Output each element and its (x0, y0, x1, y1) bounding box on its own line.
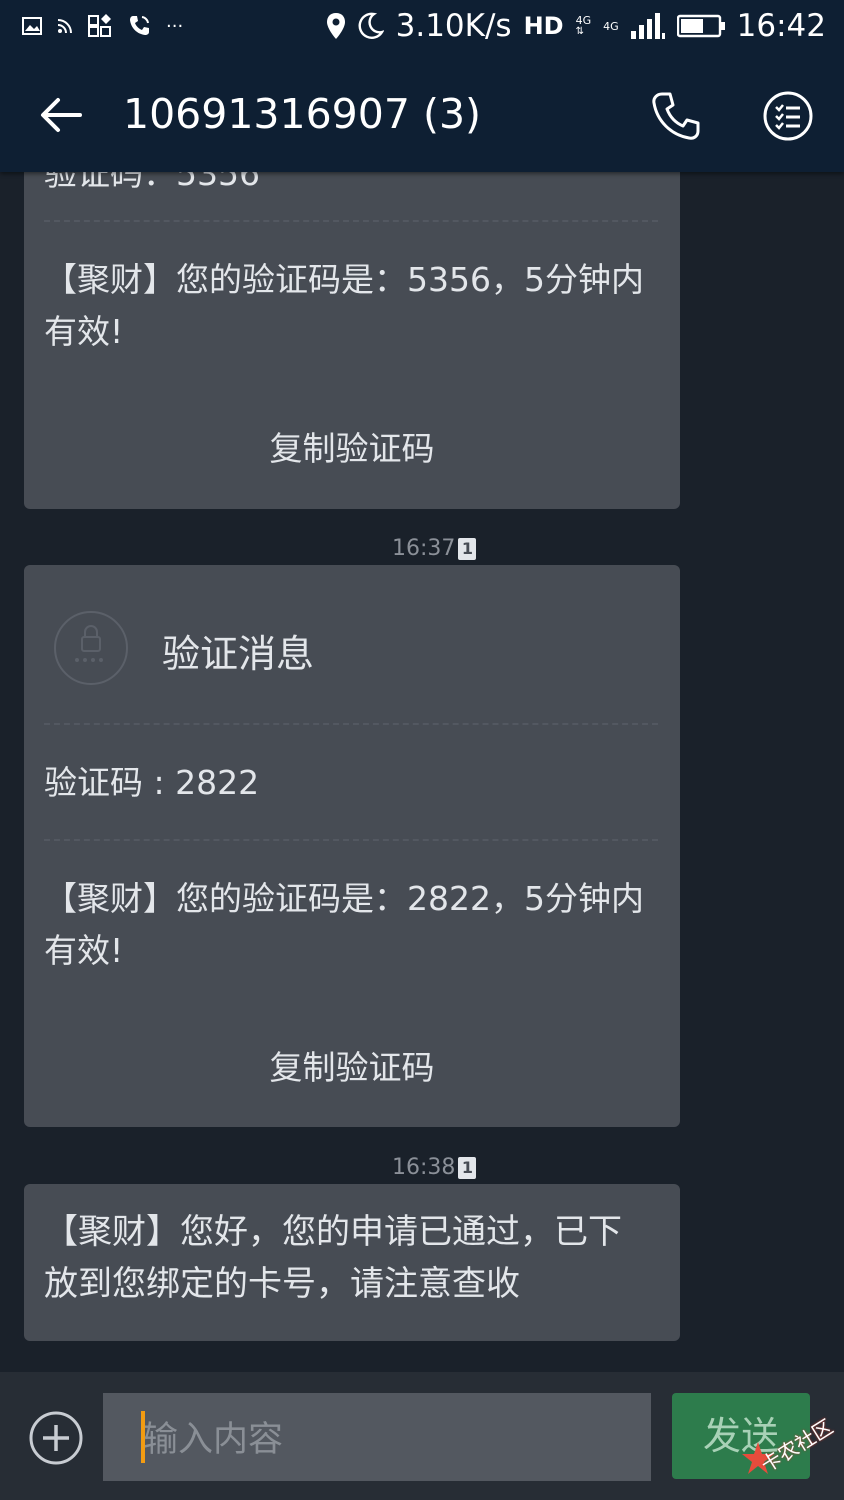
sms-bubble-3[interactable]: 【聚财】您好，您的申请已通过，已下放到您绑定的卡号，请注意查收 (24, 1184, 680, 1341)
card1-divider (44, 220, 658, 222)
status-left-icons: ··· (22, 14, 183, 38)
call-status-icon (130, 16, 149, 35)
sim-1-icon: 1 (458, 537, 477, 560)
app-bar: 10691316907 (3) (0, 60, 844, 172)
status-bar: ··· 3.10K/s HD 4G ⇅ 4G 16:42 (0, 0, 844, 60)
conversation-title: 10691316907 (3) (123, 90, 482, 138)
network-type-second: 4G (603, 21, 619, 32)
status-right: 3.10K/s HD 4G ⇅ 4G 16:42 (326, 8, 826, 44)
network-arrows: ⇅ (575, 26, 584, 37)
menu-list-icon[interactable] (762, 90, 814, 142)
back-arrow-icon[interactable] (36, 90, 86, 140)
sim-2-icon: 1 (458, 1156, 477, 1179)
moon-icon (358, 12, 384, 39)
apps-icon (88, 14, 111, 37)
verification-card-1[interactable]: 验证码：5356 【聚财】您的验证码是：5356，5分钟内有效! 复制验证码 (24, 120, 680, 509)
cast-icon (57, 19, 72, 34)
timestamp-2: 16:38 1 (392, 1155, 477, 1180)
card1-copy-code-button[interactable]: 复制验证码 (24, 422, 680, 470)
watermark-text: 卡农社区 (756, 1414, 838, 1478)
timestamp-2-text: 16:38 (392, 1155, 456, 1180)
text-cursor (141, 1411, 145, 1463)
location-icon (326, 13, 345, 39)
timestamp-1: 16:37 1 (392, 536, 477, 561)
card2-sms-text: 【聚财】您的验证码是：2822，5分钟内有效! (44, 879, 644, 970)
network-type-2: 4G (603, 19, 619, 33)
hd-badge: HD (523, 12, 564, 40)
card2-code: 验证码 : 2822 (44, 763, 260, 802)
composer-bar: 输入内容 发送 (0, 1372, 844, 1500)
add-attachment-icon[interactable] (28, 1410, 84, 1466)
signal-icon (630, 13, 665, 39)
message-input[interactable]: 输入内容 (103, 1393, 651, 1481)
network-type-1: 4G (575, 14, 592, 27)
watermark-logo: 卡农社区 (736, 1408, 840, 1482)
card2-divider-top (44, 723, 658, 725)
gallery-icon (22, 17, 42, 35)
verification-card-2[interactable]: 验证消息 验证码 : 2822 【聚财】您的验证码是：2822，5分钟内有效! … (24, 565, 680, 1127)
msg3-sms-text: 【聚财】您好，您的申请已通过，已下放到您绑定的卡号，请注意查收 (44, 1212, 622, 1304)
card2-title: 验证消息 (162, 632, 315, 676)
top-bar: ··· 3.10K/s HD 4G ⇅ 4G 16:42 10691316907… (0, 0, 844, 172)
message-list[interactable]: 验证码：5356 【聚财】您的验证码是：5356，5分钟内有效! 复制验证码 1… (0, 0, 844, 1372)
net-speed: 3.10K/s (395, 8, 512, 44)
phone-icon[interactable] (648, 88, 704, 144)
message-input-placeholder: 输入内容 (143, 1420, 284, 1460)
card1-sms-text: 【聚财】您的验证码是：5356，5分钟内有效! (44, 260, 644, 351)
card2-copy-code-button[interactable]: 复制验证码 (24, 1041, 680, 1089)
battery-icon (676, 14, 725, 38)
lock-avatar-icon (54, 611, 128, 685)
clock: 16:42 (736, 8, 826, 44)
card2-divider-middle (44, 839, 658, 841)
network-type: 4G ⇅ (576, 15, 592, 37)
timestamp-1-text: 16:37 (392, 536, 456, 561)
more-notifications-icon: ··· (166, 15, 184, 37)
